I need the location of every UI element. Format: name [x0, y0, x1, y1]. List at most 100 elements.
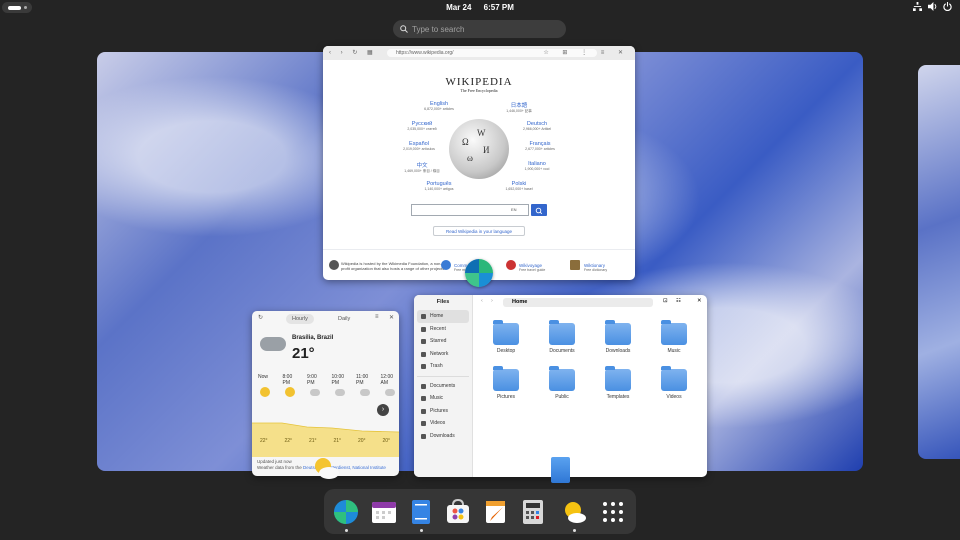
sidebar-item-trash[interactable]: Trash [417, 360, 469, 373]
files-title: Files [436, 299, 450, 305]
weather-window[interactable]: ↻ Hourly Daily ≡ ✕ Brasília, Brazil 21° … [252, 311, 399, 476]
hour-temp: 22° [284, 438, 293, 444]
overview-search[interactable] [393, 20, 566, 38]
folder-icon [549, 320, 575, 345]
browser-tools[interactable]: ☆ ⊞ ⋮ ≡ ✕ [543, 49, 629, 56]
weather-dock-icon[interactable] [561, 499, 587, 525]
folder-label: Public [555, 394, 569, 400]
lang-portuguese[interactable]: Português 1,140,000+ artigos [404, 181, 474, 191]
wikipedia-subtitle: The Free Encyclopedia [460, 88, 498, 93]
calculator-icon[interactable] [520, 499, 546, 525]
sidebar-item-starred[interactable]: Starred [417, 335, 469, 348]
hour-label: 10:00 PM [331, 374, 345, 386]
lang-french[interactable]: Français 2,677,000+ articles [505, 141, 575, 151]
moon-cloud-icon [285, 387, 295, 397]
dash [324, 489, 636, 534]
hour-label: Now [258, 374, 269, 380]
close-icon[interactable]: ✕ [697, 298, 702, 304]
tab-hourly[interactable]: Hourly [286, 314, 314, 324]
folder-pictures[interactable]: Pictures [486, 366, 526, 400]
app-grid-icon[interactable] [600, 499, 626, 525]
weather-app-icon[interactable] [310, 456, 340, 480]
folder-templates[interactable]: Templates [598, 366, 638, 400]
folder-label: Videos [666, 394, 682, 400]
volume-icon [928, 2, 937, 11]
lang-spanish[interactable]: Español 2,019,000+ artículos [384, 141, 454, 151]
files-dock-icon[interactable] [408, 499, 434, 525]
cloud-icon [310, 389, 320, 396]
tab-daily[interactable]: Daily [332, 314, 356, 324]
sidebar-item-home[interactable]: Home [417, 310, 469, 323]
text-editor-icon[interactable] [483, 499, 509, 525]
lang-count: 2,019,000+ artículos [403, 147, 435, 151]
project-wiktionary[interactable]: Wiktionary Free dictionary [584, 263, 607, 273]
lang-russian[interactable]: Русский 2,035,000+ статей [387, 121, 457, 131]
running-indicator [420, 529, 423, 532]
forward-icon[interactable]: › [491, 298, 493, 304]
search-icon [400, 25, 408, 33]
project-desc: Free dictionary [584, 268, 608, 272]
weather-location[interactable]: Brasília, Brazil [292, 335, 333, 341]
cloud-icon [335, 389, 345, 396]
folder-music[interactable]: Music [654, 320, 694, 354]
browser-window[interactable]: ‹ › ↻ ▦ https://www.wikipedia.org/ ☆ ⊞ ⋮… [323, 46, 635, 280]
folder-downloads[interactable]: Downloads [598, 320, 638, 354]
workspace-next[interactable] [918, 65, 960, 459]
search-language-select[interactable]: EN [511, 207, 517, 212]
folder-icon [661, 366, 687, 391]
sidebar-item-music[interactable]: Music [417, 392, 469, 405]
refresh-icon[interactable]: ↻ [258, 314, 263, 321]
lang-count: 6,872,000+ articles [424, 107, 454, 111]
files-window[interactable]: Files Home Recent Starred Network Trash … [414, 295, 707, 477]
lang-english[interactable]: English 6,872,000+ articles [404, 101, 474, 111]
back-icon[interactable]: ‹ [481, 298, 483, 304]
system-tray[interactable] [913, 2, 952, 11]
lang-count: 2,966,000+ Artikel [522, 127, 552, 131]
sidebar-item-documents[interactable]: Documents [417, 380, 469, 393]
path-bar[interactable]: Home [503, 298, 653, 307]
menu-icon[interactable]: ≡ [375, 314, 379, 320]
clock[interactable]: Mar 24 6:57 PM [0, 3, 960, 12]
read-in-language-button[interactable]: Read Wikipedia in your language [433, 226, 525, 236]
lang-count: 1,469,000+ 条目 / 條目 [404, 169, 440, 173]
power-icon [943, 2, 952, 11]
lang-polish[interactable]: Polski 1,652,000+ haseł [484, 181, 554, 191]
lang-italian[interactable]: Italiano 1,900,000+ voci [502, 161, 572, 171]
cloud-icon [385, 389, 395, 396]
weather-toolbar: ↻ Hourly Daily ≡ ✕ [252, 311, 399, 327]
clock-date: Mar 24 [446, 3, 472, 12]
browser-dock-icon[interactable] [333, 499, 359, 525]
lang-count: 1,652,000+ haseł [505, 187, 533, 191]
folder-label: Downloads [605, 348, 631, 354]
lang-japanese[interactable]: 日本語 1,446,000+ 記事 [484, 101, 554, 114]
software-icon[interactable] [445, 499, 471, 525]
sidebar-item-network[interactable]: Network [417, 348, 469, 361]
folder-desktop[interactable]: Desktop [486, 320, 526, 354]
close-icon[interactable]: ✕ [389, 314, 394, 321]
sidebar-item-downloads[interactable]: Downloads [417, 430, 469, 443]
hour-temp: 20° [358, 438, 366, 444]
hour-temp: 21° [309, 438, 317, 444]
files-app-icon[interactable] [551, 457, 570, 483]
next-hours-button[interactable]: › [377, 404, 389, 416]
project-wikivoyage[interactable]: Wikivoyage Free travel guide [519, 263, 545, 273]
browser-nav-buttons[interactable]: ‹ › ↻ ▦ [329, 49, 377, 56]
calendar-icon[interactable] [371, 499, 397, 525]
folder-public[interactable]: Public [542, 366, 582, 400]
search-input[interactable] [412, 22, 557, 36]
folder-videos[interactable]: Videos [654, 366, 694, 400]
lang-german[interactable]: Deutsch 2,966,000+ Artikel [502, 121, 572, 131]
wikipedia-search-button[interactable] [531, 204, 547, 216]
folder-documents[interactable]: Documents [542, 320, 582, 354]
lang-name: 中文 [416, 163, 428, 169]
browser-app-icon[interactable] [465, 259, 493, 287]
lang-chinese[interactable]: 中文 1,469,000+ 条目 / 條目 [387, 161, 457, 174]
current-temperature: 21° [292, 345, 315, 362]
sidebar-item-pictures[interactable]: Pictures [417, 405, 469, 418]
wiktionary-icon [570, 260, 580, 270]
new-folder-icon[interactable]: ⊡ [663, 298, 668, 304]
sidebar-item-recent[interactable]: Recent [417, 323, 469, 336]
view-options-icon[interactable]: ☷ [676, 298, 681, 304]
sidebar-item-videos[interactable]: Videos [417, 417, 469, 430]
sidebar-divider [417, 375, 469, 377]
